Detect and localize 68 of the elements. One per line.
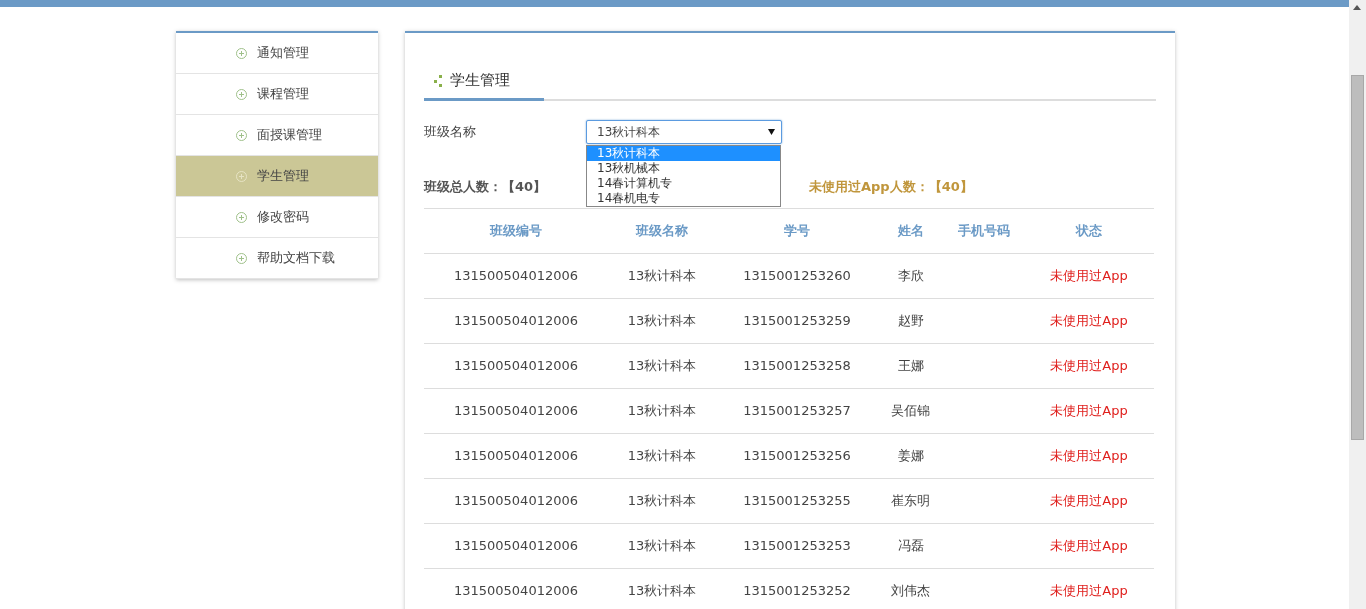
table-cell: 未使用过App [1024,298,1154,344]
table-cell: 1315001253257 [716,388,878,434]
sidebar-item[interactable]: 帮助文档下载 [176,238,378,279]
sidebar-item[interactable]: 修改密码 [176,197,378,238]
column-header: 状态 [1024,208,1154,254]
table-cell: 13秋计科本 [608,433,716,479]
total-count: 班级总人数：【40】 [424,178,547,197]
table-cell: 1315001253260 [716,253,878,299]
table-cell: 13秋计科本 [608,388,716,434]
table-cell: 未使用过App [1024,343,1154,389]
unused-count: 未使用过App人数：【40】 [809,178,973,197]
table-cell: 131500504012006 [424,568,608,609]
column-header: 班级编号 [424,208,608,254]
plus-circle-icon [236,211,247,223]
table-cell: 刘伟杰 [878,568,943,609]
column-header: 手机号码 [943,208,1024,254]
table-cell: 131500504012006 [424,433,608,479]
table-cell: 未使用过App [1024,253,1154,299]
table-cell: 131500504012006 [424,343,608,389]
column-header: 学号 [716,208,878,254]
table-cell: 131500504012006 [424,523,608,569]
panel-title: 学生管理 [450,70,510,92]
table-cell: 131500504012006 [424,478,608,524]
plus-circle-icon [236,129,247,141]
table-cell: 李欣 [878,253,943,299]
table-cell: 未使用过App [1024,478,1154,524]
plus-circle-icon [236,170,247,182]
table-cell: 131500504012006 [424,253,608,299]
table-cell: 冯磊 [878,523,943,569]
plus-circle-icon [236,88,247,100]
table-cell: 13秋计科本 [608,343,716,389]
table-cell: 未使用过App [1024,433,1154,479]
dots-icon [434,74,442,87]
dropdown-option[interactable]: 13秋机械本 [587,161,780,176]
table-cell: 1315001253255 [716,478,878,524]
sidebar-item[interactable]: 学生管理 [176,156,378,197]
table-cell: 吴佰锦 [878,388,943,434]
table-cell: 131500504012006 [424,388,608,434]
table-cell: 1315001253252 [716,568,878,609]
table-cell: 未使用过App [1024,388,1154,434]
table-cell: 王娜 [878,343,943,389]
scrollbar-drawing[interactable] [1349,0,1366,609]
table-cell: 13秋计科本 [608,298,716,344]
class-select[interactable]: 13秋计科本 [586,120,782,144]
table-cell: 1315001253258 [716,343,878,389]
table-cell: 131500504012006 [424,298,608,344]
plus-circle-icon [236,47,247,59]
dropdown-option[interactable]: 14春机电专 [587,191,780,206]
sidebar-item[interactable]: 课程管理 [176,74,378,115]
dropdown-option[interactable]: 14春计算机专 [587,176,780,191]
sidebar-item[interactable]: 通知管理 [176,33,378,74]
table-cell: 未使用过App [1024,523,1154,569]
table-cell: 1315001253259 [716,298,878,344]
table-cell: 崔东明 [878,478,943,524]
table-cell: 13秋计科本 [608,568,716,609]
plus-circle-icon [236,252,247,264]
table-cell: 13秋计科本 [608,478,716,524]
table-cell: 姜娜 [878,433,943,479]
table-cell: 13秋计科本 [608,523,716,569]
dropdown-arrow-icon [768,129,775,135]
table-cell: 1315001253256 [716,433,878,479]
table-cell: 未使用过App [1024,568,1154,609]
table-cell: 1315001253253 [716,523,878,569]
column-header: 班级名称 [608,208,716,254]
column-header: 姓名 [878,208,943,254]
field-label: 班级名称 [424,123,477,142]
table-cell: 赵野 [878,298,943,344]
table-cell: 13秋计科本 [608,253,716,299]
